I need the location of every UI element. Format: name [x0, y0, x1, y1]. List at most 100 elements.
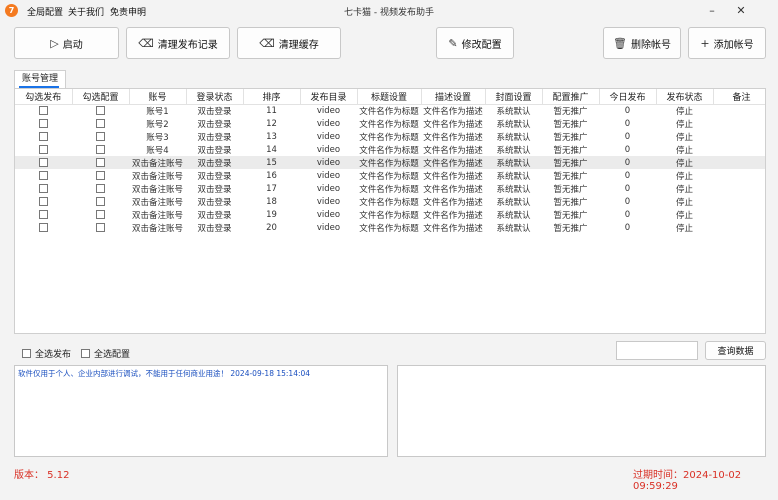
table-row[interactable]: 双击备注账号 双击登录 16 video 文件名作为标题 文件名作为描述 系统默认 暂无推广 0…	[15, 169, 765, 182]
close-button[interactable]: ✕	[729, 2, 753, 20]
config-checkbox-cell[interactable]	[72, 104, 129, 117]
minimize-button[interactable]: –	[700, 2, 724, 20]
config-checkbox-cell[interactable]	[72, 117, 129, 130]
table-cell[interactable]: 双击登录	[186, 208, 243, 221]
table-cell[interactable]: 文件名作为标题	[357, 156, 421, 169]
table-cell[interactable]: 0	[599, 156, 656, 169]
table-cell[interactable]: 账号3	[129, 130, 186, 143]
table-cell[interactable]: video	[300, 143, 357, 156]
table-cell[interactable]: 0	[599, 195, 656, 208]
clear-cache-button[interactable]: ⌫ 清理缓存	[237, 27, 341, 59]
table-cell[interactable]: 17	[243, 182, 300, 195]
column-header[interactable]: 描述设置	[421, 89, 486, 105]
table-cell[interactable]: 停止	[656, 169, 713, 182]
table-cell[interactable]	[713, 117, 765, 130]
table-cell[interactable]: 停止	[656, 143, 713, 156]
table-cell[interactable]: 系统默认	[485, 221, 542, 234]
publish-checkbox-cell[interactable]	[15, 156, 72, 169]
column-header[interactable]: 今日发布	[599, 89, 657, 105]
table-cell[interactable]: 双击登录	[186, 117, 243, 130]
table-cell[interactable]: 暂无推广	[542, 130, 599, 143]
table-cell[interactable]: 暂无推广	[542, 104, 599, 117]
column-header[interactable]: 排序	[243, 89, 301, 105]
table-cell[interactable]: 文件名作为标题	[357, 182, 421, 195]
table-cell[interactable]: 暂无推广	[542, 195, 599, 208]
publish-checkbox[interactable]	[39, 209, 48, 219]
config-checkbox[interactable]	[96, 157, 105, 167]
column-header[interactable]: 发布状态	[656, 89, 714, 105]
table-cell[interactable]: 文件名作为标题	[357, 221, 421, 234]
table-cell[interactable]	[713, 195, 765, 208]
select-all-publish-checkbox[interactable]	[22, 349, 31, 358]
table-cell[interactable]: 文件名作为标题	[357, 169, 421, 182]
table-cell[interactable]: 文件名作为描述	[421, 169, 485, 182]
config-checkbox[interactable]	[96, 105, 105, 115]
table-cell[interactable]: 文件名作为描述	[421, 143, 485, 156]
table-row[interactable]: 账号3 双击登录 13 video 文件名作为标题 文件名作为描述 系统默认 暂无推广 0 停止	[15, 130, 765, 143]
column-header[interactable]: 账号	[129, 89, 187, 105]
column-header[interactable]: 封面设置	[485, 89, 543, 105]
publish-checkbox-cell[interactable]	[15, 221, 72, 234]
publish-checkbox[interactable]	[39, 144, 48, 154]
log-panel[interactable]: 软件仅用于个人、企业内部进行调试，不能用于任何商业用途！ 2024-09-18 …	[14, 365, 388, 457]
table-cell[interactable]: video	[300, 195, 357, 208]
table-cell[interactable]: 双击登录	[186, 182, 243, 195]
table-cell[interactable]: 系统默认	[485, 130, 542, 143]
table-cell[interactable]	[713, 156, 765, 169]
table-cell[interactable]: 文件名作为描述	[421, 156, 485, 169]
table-cell[interactable]	[713, 143, 765, 156]
table-row[interactable]: 账号1 双击登录 11 video 文件名作为标题 文件名作为描述 系统默认 暂无推广 0 停止	[15, 104, 765, 117]
table-cell[interactable]: 15	[243, 156, 300, 169]
column-header[interactable]: 勾选发布	[15, 89, 73, 105]
table-cell[interactable]: video	[300, 169, 357, 182]
table-cell[interactable]: 16	[243, 169, 300, 182]
table-cell[interactable]: 文件名作为标题	[357, 195, 421, 208]
table-cell[interactable]: 13	[243, 130, 300, 143]
table-cell[interactable]: 停止	[656, 221, 713, 234]
table-cell[interactable]	[713, 169, 765, 182]
table-cell[interactable]: 账号2	[129, 117, 186, 130]
table-cell[interactable]: 账号4	[129, 143, 186, 156]
table-cell[interactable]	[713, 130, 765, 143]
table-cell[interactable]: video	[300, 221, 357, 234]
table-cell[interactable]: 账号1	[129, 104, 186, 117]
table-cell[interactable]: 双击登录	[186, 130, 243, 143]
table-cell[interactable]: 系统默认	[485, 195, 542, 208]
publish-checkbox[interactable]	[39, 222, 48, 232]
table-cell[interactable]: 双击登录	[186, 104, 243, 117]
table-cell[interactable]: 系统默认	[485, 104, 542, 117]
column-header[interactable]: 勾选配置	[72, 89, 130, 105]
table-cell[interactable]: 文件名作为描述	[421, 195, 485, 208]
publish-checkbox-cell[interactable]	[15, 143, 72, 156]
select-all-publish[interactable]: 全选发布	[22, 347, 71, 360]
table-row[interactable]: 双击备注账号 双击登录 17 video 文件名作为标题 文件名作为描述 系统默认 暂无推广 0…	[15, 182, 765, 195]
config-checkbox[interactable]	[96, 118, 105, 128]
table-cell[interactable]: 20	[243, 221, 300, 234]
table-cell[interactable]: 文件名作为描述	[421, 130, 485, 143]
config-checkbox[interactable]	[96, 209, 105, 219]
publish-checkbox-cell[interactable]	[15, 208, 72, 221]
table-cell[interactable]: 停止	[656, 130, 713, 143]
table-cell[interactable]: 11	[243, 104, 300, 117]
table-cell[interactable]: 0	[599, 208, 656, 221]
table-cell[interactable]: 0	[599, 169, 656, 182]
table-cell[interactable]: 双击备注账号	[129, 182, 186, 195]
table-cell[interactable]: 文件名作为描述	[421, 182, 485, 195]
secondary-log-panel[interactable]	[397, 365, 766, 457]
config-checkbox-cell[interactable]	[72, 156, 129, 169]
column-header[interactable]: 备注	[713, 89, 765, 105]
column-header[interactable]: 发布目录	[300, 89, 358, 105]
column-header[interactable]: 标题设置	[357, 89, 422, 105]
table-cell[interactable]: 双击备注账号	[129, 221, 186, 234]
select-all-config[interactable]: 全选配置	[81, 347, 130, 360]
table-cell[interactable]: 停止	[656, 182, 713, 195]
table-cell[interactable]	[713, 182, 765, 195]
publish-checkbox[interactable]	[39, 118, 48, 128]
table-cell[interactable]: 双击备注账号	[129, 195, 186, 208]
table-cell[interactable]: 双击登录	[186, 221, 243, 234]
table-cell[interactable]: video	[300, 182, 357, 195]
table-cell[interactable]: 系统默认	[485, 143, 542, 156]
table-cell[interactable]: 文件名作为描述	[421, 221, 485, 234]
table-cell[interactable]: 双击备注账号	[129, 208, 186, 221]
table-cell[interactable]: 0	[599, 130, 656, 143]
